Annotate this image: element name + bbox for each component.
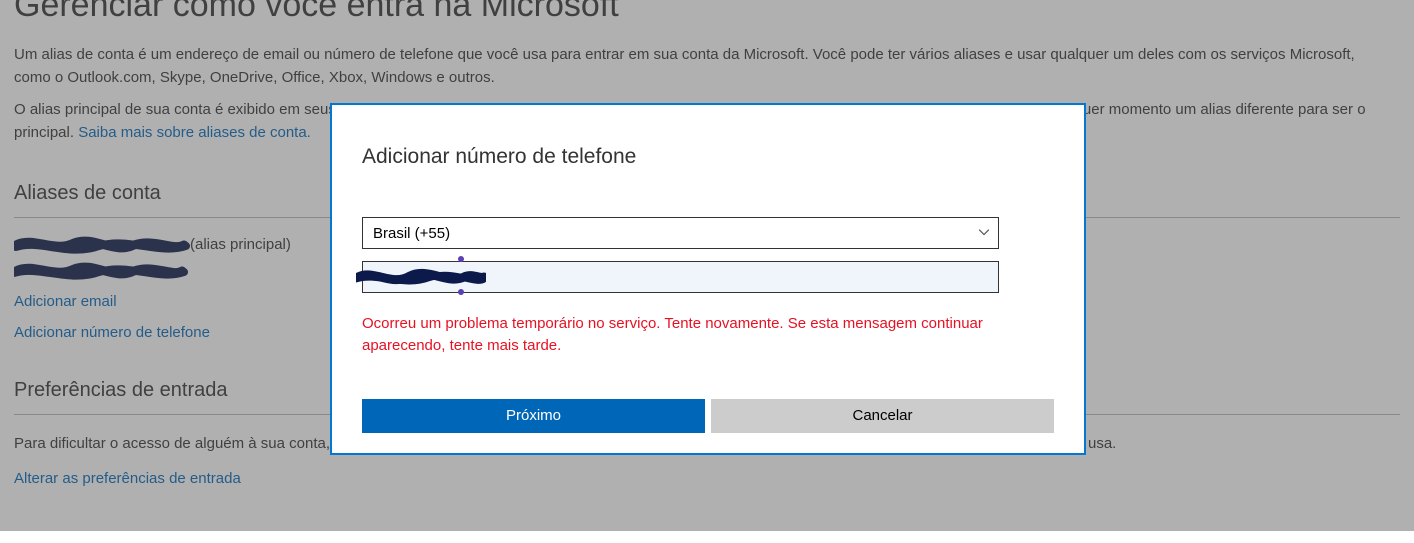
add-phone-modal: Adicionar número de telefone Brasil (+55…	[330, 103, 1086, 455]
error-message: Ocorreu um problema temporário no serviç…	[362, 313, 1042, 357]
next-button[interactable]: Próximo	[362, 399, 705, 433]
country-select[interactable]: Brasil (+55)	[362, 217, 999, 249]
modal-button-row: Próximo Cancelar	[362, 399, 1054, 433]
cancel-button[interactable]: Cancelar	[711, 399, 1054, 433]
phone-input[interactable]	[362, 261, 999, 293]
country-select-wrap: Brasil (+55)	[362, 217, 1054, 249]
phone-input-wrap	[362, 261, 999, 293]
modal-title: Adicionar número de telefone	[362, 145, 1054, 169]
